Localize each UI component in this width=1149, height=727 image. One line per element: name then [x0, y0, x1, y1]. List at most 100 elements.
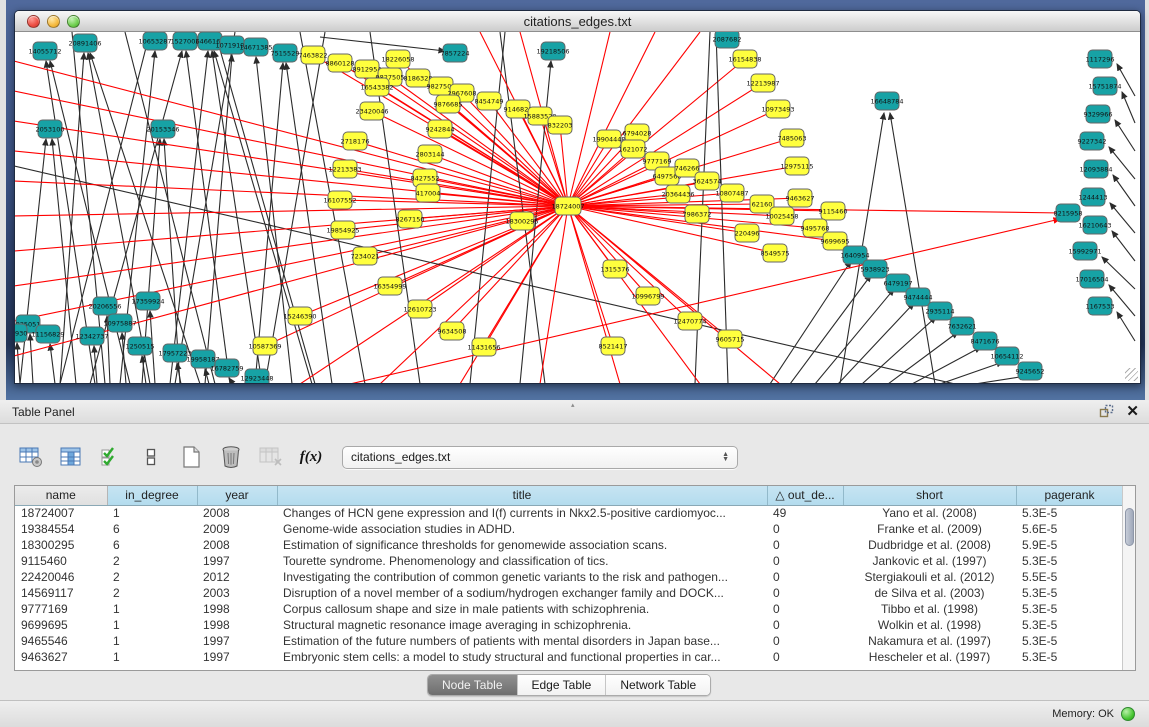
float-panel-button[interactable]: [1099, 404, 1114, 419]
table-cell[interactable]: 2: [107, 569, 197, 585]
close-button[interactable]: [27, 15, 40, 28]
table-cell[interactable]: Estimation of significance thresholds fo…: [277, 537, 767, 553]
table-row[interactable]: 977716911998Corpus callosum shape and si…: [15, 601, 1123, 617]
table-row[interactable]: 1872400712008Changes of HCN gene express…: [15, 505, 1123, 521]
function-builder-button[interactable]: f(x): [296, 443, 326, 471]
table-cell[interactable]: 5.3E-5: [1016, 553, 1123, 569]
table-cell[interactable]: 1997: [197, 553, 277, 569]
table-cell[interactable]: 5.9E-5: [1016, 537, 1123, 553]
column-header-3[interactable]: title: [277, 486, 767, 505]
table-cell[interactable]: 0: [767, 537, 843, 553]
table-cell[interactable]: 5.3E-5: [1016, 617, 1123, 633]
table-cell[interactable]: 6: [107, 521, 197, 537]
table-cell[interactable]: Corpus callosum shape and size in male p…: [277, 601, 767, 617]
table-row[interactable]: 946362711997Embryonic stem cells: a mode…: [15, 649, 1123, 665]
table-settings-button[interactable]: [16, 443, 46, 471]
table-cell[interactable]: 0: [767, 569, 843, 585]
table-cell[interactable]: 0: [767, 585, 843, 601]
table-cell[interactable]: 0: [767, 617, 843, 633]
table-cell[interactable]: 0: [767, 553, 843, 569]
select-columns-button[interactable]: [56, 443, 86, 471]
column-header-6[interactable]: pagerank: [1016, 486, 1123, 505]
column-header-2[interactable]: year: [197, 486, 277, 505]
table-cell[interactable]: 2009: [197, 521, 277, 537]
table-cell[interactable]: 1998: [197, 617, 277, 633]
table-cell[interactable]: 22420046: [15, 569, 107, 585]
table-cell[interactable]: 9465546: [15, 633, 107, 649]
table-cell[interactable]: 2012: [197, 569, 277, 585]
row-height-button[interactable]: [136, 443, 166, 471]
table-cell[interactable]: 0: [767, 521, 843, 537]
table-cell[interactable]: 9463627: [15, 649, 107, 665]
table-row[interactable]: 1830029562008Estimation of significance …: [15, 537, 1123, 553]
table-cell[interactable]: Wolkin et al. (1998): [843, 617, 1016, 633]
table-cell[interactable]: Nakamura et al. (1997): [843, 633, 1016, 649]
table-cell[interactable]: 14569117: [15, 585, 107, 601]
table-cell[interactable]: Tourette syndrome. Phenomenology and cla…: [277, 553, 767, 569]
tab-node-table[interactable]: Node Table: [428, 675, 518, 695]
table-cell[interactable]: 2: [107, 553, 197, 569]
column-header-5[interactable]: short: [843, 486, 1016, 505]
table-cell[interactable]: Tibbo et al. (1998): [843, 601, 1016, 617]
table-cell[interactable]: 5.3E-5: [1016, 585, 1123, 601]
table-cell[interactable]: 2003: [197, 585, 277, 601]
table-cell[interactable]: Yano et al. (2008): [843, 505, 1016, 521]
table-cell[interactable]: 9699695: [15, 617, 107, 633]
table-cell[interactable]: Stergiakouli et al. (2012): [843, 569, 1016, 585]
table-cell[interactable]: Structural magnetic resonance image aver…: [277, 617, 767, 633]
table-row[interactable]: 969969511998Structural magnetic resonanc…: [15, 617, 1123, 633]
table-selector-dropdown[interactable]: citations_edges.txt ▲▼: [342, 446, 738, 469]
table-cell[interactable]: de Silva et al. (2003): [843, 585, 1016, 601]
table-cell[interactable]: Hescheler et al. (1997): [843, 649, 1016, 665]
table-cell[interactable]: 0: [767, 649, 843, 665]
table-cell[interactable]: Embryonic stem cells: a model to study s…: [277, 649, 767, 665]
table-cell[interactable]: 1997: [197, 633, 277, 649]
table-cell[interactable]: 5.3E-5: [1016, 649, 1123, 665]
table-cell[interactable]: 2008: [197, 537, 277, 553]
table-cell[interactable]: 1: [107, 601, 197, 617]
new-table-button[interactable]: [176, 443, 206, 471]
table-cell[interactable]: 19384554: [15, 521, 107, 537]
table-cell[interactable]: 18300295: [15, 537, 107, 553]
table-cell[interactable]: Disruption of a novel member of a sodium…: [277, 585, 767, 601]
table-cell[interactable]: 1997: [197, 649, 277, 665]
table-cell[interactable]: 2008: [197, 505, 277, 521]
table-row[interactable]: 911546021997Tourette syndrome. Phenomeno…: [15, 553, 1123, 569]
node-table-header[interactable]: namein_degreeyeartitle△ out_de...shortpa…: [15, 486, 1123, 505]
column-header-4[interactable]: △ out_de...: [767, 486, 843, 505]
table-row[interactable]: 946554611997Estimation of the future num…: [15, 633, 1123, 649]
table-cell[interactable]: 49: [767, 505, 843, 521]
table-cell[interactable]: 9115460: [15, 553, 107, 569]
table-cell[interactable]: 1: [107, 633, 197, 649]
table-cell[interactable]: 5.6E-5: [1016, 521, 1123, 537]
table-cell[interactable]: Genome-wide association studies in ADHD.: [277, 521, 767, 537]
table-cell[interactable]: 5.5E-5: [1016, 569, 1123, 585]
table-cell[interactable]: 5.3E-5: [1016, 633, 1123, 649]
delete-table-button[interactable]: [216, 443, 246, 471]
canvas-resize-grip[interactable]: [1125, 368, 1138, 381]
tab-edge-table[interactable]: Edge Table: [518, 675, 607, 695]
selection-mode-button[interactable]: [96, 443, 126, 471]
table-cell[interactable]: 1998: [197, 601, 277, 617]
table-cell[interactable]: 18724007: [15, 505, 107, 521]
table-cell[interactable]: 2: [107, 585, 197, 601]
table-cell[interactable]: Changes of HCN gene expression and I(f) …: [277, 505, 767, 521]
table-cell[interactable]: Estimation of the future numbers of pati…: [277, 633, 767, 649]
network-canvas-svg[interactable]: 7463822886012889129541822605898275051654…: [15, 32, 1140, 383]
zoom-button[interactable]: [67, 15, 80, 28]
table-scrollbar-thumb[interactable]: [1125, 508, 1134, 546]
table-cell[interactable]: 1: [107, 649, 197, 665]
table-cell[interactable]: 0: [767, 601, 843, 617]
table-cell[interactable]: 5.3E-5: [1016, 505, 1123, 521]
table-cell[interactable]: 1: [107, 617, 197, 633]
table-row[interactable]: 1938455462009Genome-wide association stu…: [15, 521, 1123, 537]
table-row[interactable]: 2242004622012Investigating the contribut…: [15, 569, 1123, 585]
table-cell[interactable]: 1: [107, 505, 197, 521]
network-window-titlebar[interactable]: citations_edges.txt: [15, 11, 1140, 32]
pane-divider-grip[interactable]: ▴: [571, 403, 580, 408]
column-header-1[interactable]: in_degree: [107, 486, 197, 505]
table-cell[interactable]: Dudbridge et al. (2008): [843, 537, 1016, 553]
table-cell[interactable]: 6: [107, 537, 197, 553]
network-view-window[interactable]: citations_edges.txt 74638228860128891295…: [14, 10, 1141, 384]
minimize-button[interactable]: [47, 15, 60, 28]
